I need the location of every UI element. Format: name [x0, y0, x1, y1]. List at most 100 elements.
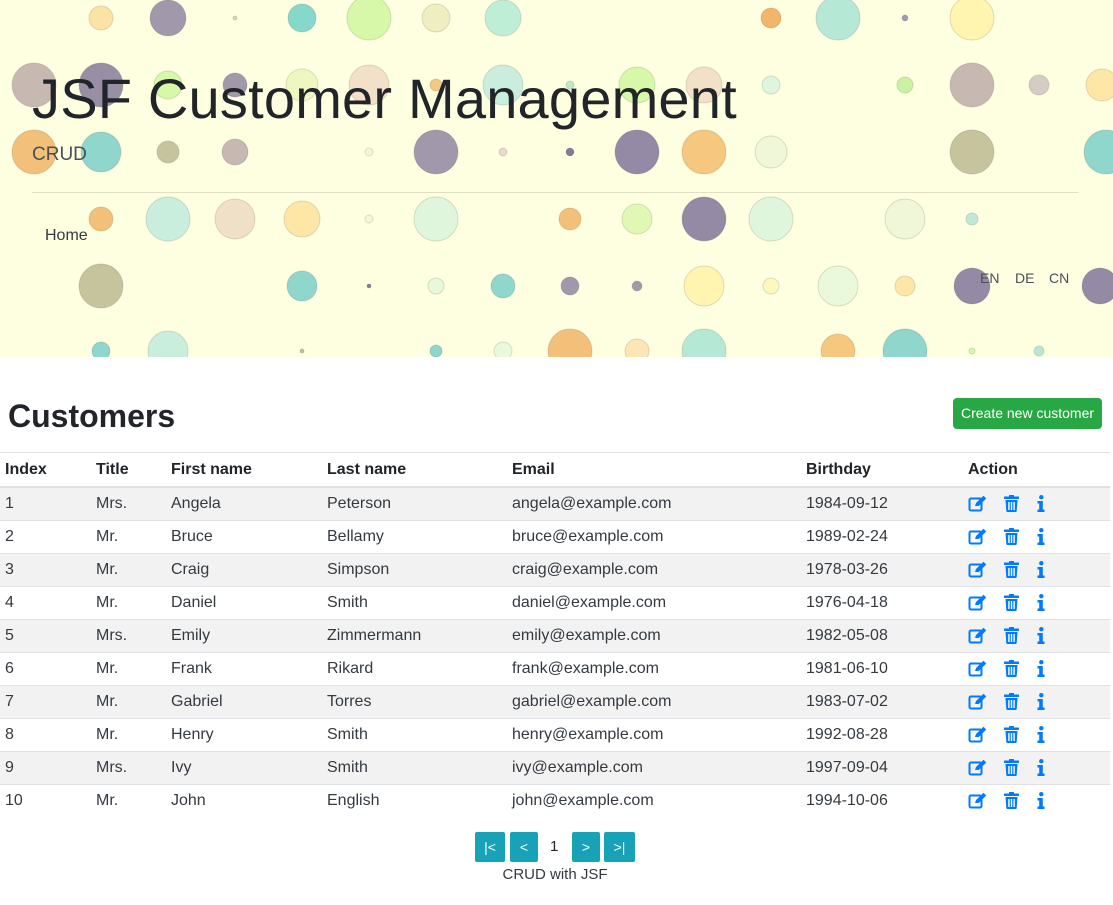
info-icon[interactable]	[1037, 594, 1045, 612]
polka-dot-background	[11, 0, 1113, 357]
info-icon[interactable]	[1037, 660, 1045, 678]
trash-icon[interactable]	[1004, 759, 1020, 777]
cell-index: 8	[0, 718, 91, 752]
trash-icon[interactable]	[1004, 693, 1020, 711]
column-header-action: Action	[963, 452, 1110, 488]
edit-icon[interactable]	[968, 528, 987, 545]
cell-first-name: John	[166, 784, 322, 817]
cell-title: Mrs.	[91, 619, 166, 653]
cell-first-name: Frank	[166, 652, 322, 686]
cell-index: 9	[0, 751, 91, 785]
table-row: 4 Mr. Daniel Smith daniel@example.com 19…	[0, 586, 1110, 620]
cell-birthday: 1976-04-18	[801, 586, 963, 620]
info-icon[interactable]	[1037, 693, 1045, 711]
cell-first-name: Gabriel	[166, 685, 322, 719]
cell-birthday: 1982-05-08	[801, 619, 963, 653]
cell-birthday: 1989-02-24	[801, 520, 963, 554]
edit-icon[interactable]	[968, 792, 987, 809]
cell-last-name: Torres	[322, 685, 507, 719]
language-de-link[interactable]: DE	[1015, 270, 1034, 286]
trash-icon[interactable]	[1004, 561, 1020, 579]
trash-icon[interactable]	[1004, 660, 1020, 678]
pagination-next-button[interactable]: >	[572, 832, 600, 862]
cell-email: craig@example.com	[507, 553, 801, 587]
pagination-prev-button[interactable]: <	[510, 832, 538, 862]
edit-icon[interactable]	[968, 495, 987, 512]
cell-first-name: Henry	[166, 718, 322, 752]
info-icon[interactable]	[1037, 759, 1045, 777]
info-icon[interactable]	[1037, 528, 1045, 546]
cell-last-name: Smith	[322, 586, 507, 620]
cell-last-name: Peterson	[322, 486, 507, 521]
column-header-last-name: Last name	[322, 452, 507, 488]
cell-email: angela@example.com	[507, 486, 801, 521]
cell-last-name: Simpson	[322, 553, 507, 587]
cell-title: Mr.	[91, 553, 166, 587]
cell-actions	[963, 586, 1110, 620]
table-row: 6 Mr. Frank Rikard frank@example.com 198…	[0, 652, 1110, 686]
column-header-index: Index	[0, 452, 91, 488]
edit-icon[interactable]	[968, 726, 987, 743]
cell-email: henry@example.com	[507, 718, 801, 752]
cell-title: Mr.	[91, 718, 166, 752]
hero-banner: JSF Customer Management CRUD Home EN DE …	[0, 0, 1113, 357]
cell-first-name: Craig	[166, 553, 322, 587]
info-icon[interactable]	[1037, 561, 1045, 579]
nav-home-link[interactable]: Home	[45, 227, 88, 245]
cell-birthday: 1981-06-10	[801, 652, 963, 686]
trash-icon[interactable]	[1004, 627, 1020, 645]
info-icon[interactable]	[1037, 495, 1045, 513]
language-en-link[interactable]: EN	[980, 270, 999, 286]
cell-index: 7	[0, 685, 91, 719]
edit-icon[interactable]	[968, 594, 987, 611]
edit-icon[interactable]	[968, 660, 987, 677]
column-header-first-name: First name	[166, 452, 322, 488]
cell-actions	[963, 718, 1110, 752]
create-customer-button[interactable]: Create new customer	[953, 398, 1102, 429]
trash-icon[interactable]	[1004, 792, 1020, 810]
table-row: 10 Mr. John English john@example.com 199…	[0, 784, 1110, 817]
edit-icon[interactable]	[968, 759, 987, 776]
cell-actions	[963, 751, 1110, 785]
cell-email: emily@example.com	[507, 619, 801, 653]
header-divider	[32, 192, 1078, 193]
language-cn-link[interactable]: CN	[1049, 270, 1069, 286]
column-header-email: Email	[507, 452, 801, 488]
customers-table-body: 1 Mrs. Angela Peterson angela@example.co…	[0, 486, 1110, 817]
info-icon[interactable]	[1037, 726, 1045, 744]
trash-icon[interactable]	[1004, 528, 1020, 546]
cell-email: daniel@example.com	[507, 586, 801, 620]
column-header-title: Title	[91, 452, 166, 488]
table-row: 3 Mr. Craig Simpson craig@example.com 19…	[0, 553, 1110, 587]
cell-email: ivy@example.com	[507, 751, 801, 785]
edit-icon[interactable]	[968, 627, 987, 644]
cell-last-name: English	[322, 784, 507, 817]
info-icon[interactable]	[1037, 792, 1045, 810]
cell-first-name: Daniel	[166, 586, 322, 620]
cell-title: Mr.	[91, 586, 166, 620]
trash-icon[interactable]	[1004, 495, 1020, 513]
cell-index: 4	[0, 586, 91, 620]
cell-email: john@example.com	[507, 784, 801, 817]
cell-actions	[963, 652, 1110, 686]
pagination-first-button[interactable]: |<	[475, 832, 505, 862]
cell-actions	[963, 685, 1110, 719]
trash-icon[interactable]	[1004, 726, 1020, 744]
cell-birthday: 1984-09-12	[801, 486, 963, 521]
cell-index: 2	[0, 520, 91, 554]
table-row: 7 Mr. Gabriel Torres gabriel@example.com…	[0, 685, 1110, 719]
cell-first-name: Angela	[166, 486, 322, 521]
column-header-birthday: Birthday	[801, 452, 963, 488]
page-title: JSF Customer Management	[32, 67, 737, 130]
cell-last-name: Smith	[322, 751, 507, 785]
cell-last-name: Rikard	[322, 652, 507, 686]
info-icon[interactable]	[1037, 627, 1045, 645]
edit-icon[interactable]	[968, 693, 987, 710]
trash-icon[interactable]	[1004, 594, 1020, 612]
cell-actions	[963, 520, 1110, 554]
cell-index: 6	[0, 652, 91, 686]
cell-first-name: Emily	[166, 619, 322, 653]
pagination-last-button[interactable]: >|	[604, 832, 635, 862]
cell-last-name: Bellamy	[322, 520, 507, 554]
edit-icon[interactable]	[968, 561, 987, 578]
